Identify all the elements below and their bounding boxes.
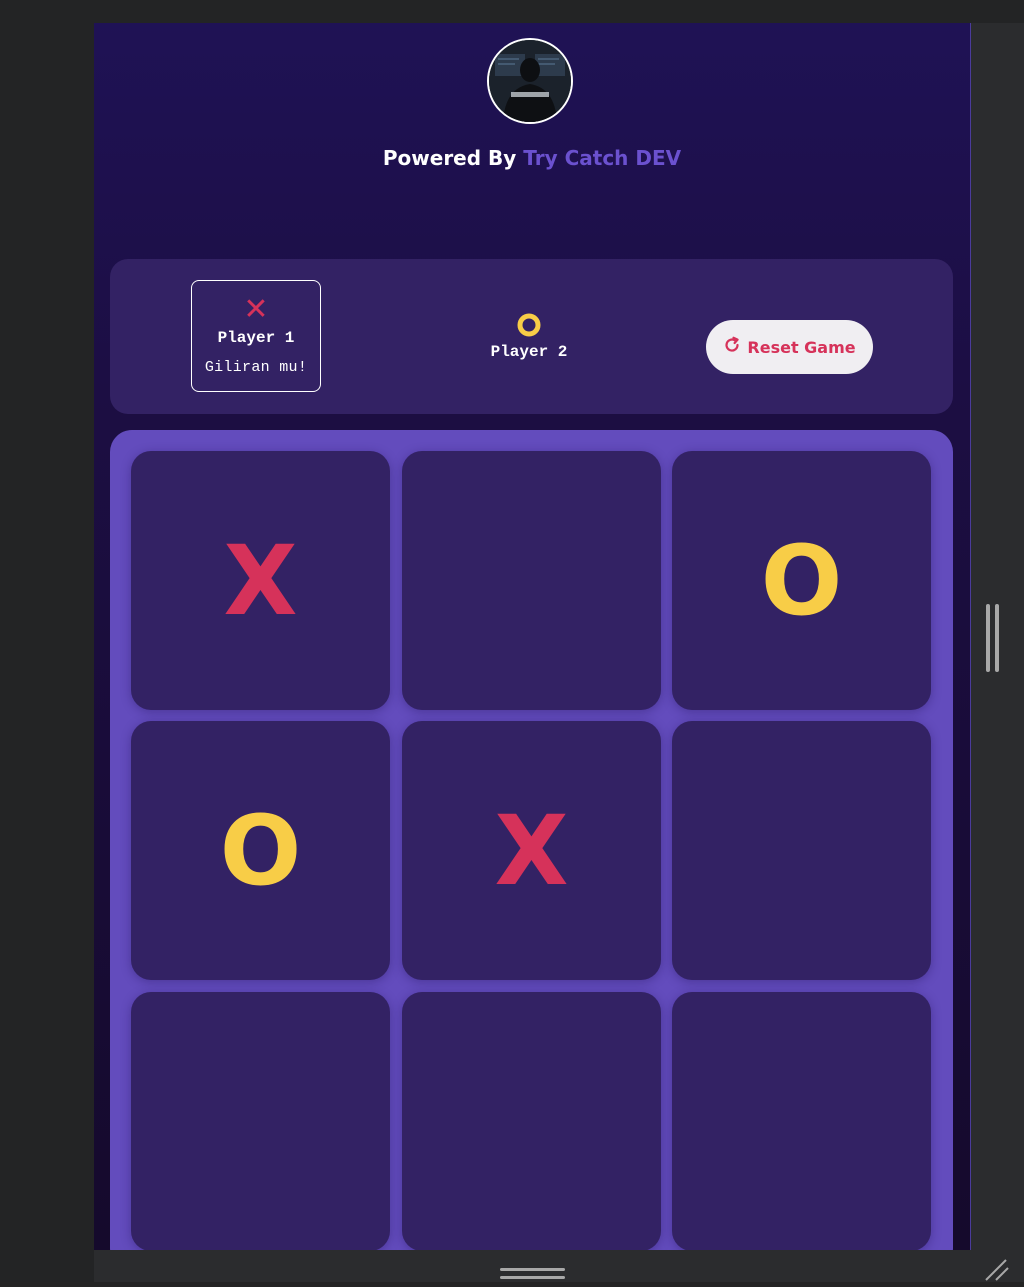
powered-prefix: Powered By	[382, 146, 517, 170]
player-1-name: Player 1	[217, 329, 295, 347]
resize-corner-icon[interactable]	[982, 1258, 1010, 1282]
window-top-bar	[0, 0, 1024, 23]
board-cell-2[interactable]	[402, 451, 661, 710]
cell-3-mark: O	[760, 524, 843, 637]
board-cell-4[interactable]: O	[131, 721, 390, 980]
brand-link[interactable]: Try Catch DEV	[523, 146, 681, 170]
player-1-card: ✕ Player 1 Giliran mu!	[191, 280, 321, 392]
board-cell-5[interactable]: X	[402, 721, 661, 980]
reset-game-button[interactable]: Reset Game	[706, 320, 873, 374]
game-app: Powered By Try Catch DEV ✕ Player 1 Gili…	[94, 23, 971, 1250]
scoreboard: ✕ Player 1 Giliran mu! Player 2 Reset Ga…	[110, 259, 953, 414]
player-2-symbol	[464, 309, 594, 339]
left-gutter	[0, 23, 94, 1282]
board-cell-9[interactable]	[672, 992, 931, 1250]
player-2-name: Player 2	[490, 343, 568, 361]
cell-5-mark: X	[494, 794, 569, 907]
board-cell-3[interactable]: O	[672, 451, 931, 710]
player-1-symbol: ✕	[243, 292, 269, 327]
board-cell-7[interactable]	[131, 992, 390, 1250]
cell-1-mark: X	[223, 524, 298, 637]
player-2-card: Player 2	[464, 295, 594, 407]
powered-by-text: Powered By Try Catch DEV	[94, 146, 970, 170]
bottom-resize-handle[interactable]	[500, 1268, 565, 1282]
reset-icon	[723, 336, 741, 358]
board-cell-1[interactable]: X	[131, 451, 390, 710]
board-cell-6[interactable]	[672, 721, 931, 980]
cell-4-mark: O	[219, 794, 302, 907]
panel-resize-handle[interactable]	[986, 604, 1002, 672]
avatar	[487, 38, 573, 124]
player-1-turn-status: Giliran mu!	[204, 359, 308, 376]
game-board: X O O X	[110, 430, 953, 1250]
reset-game-label: Reset Game	[747, 337, 856, 357]
board-cell-8[interactable]	[402, 992, 661, 1250]
